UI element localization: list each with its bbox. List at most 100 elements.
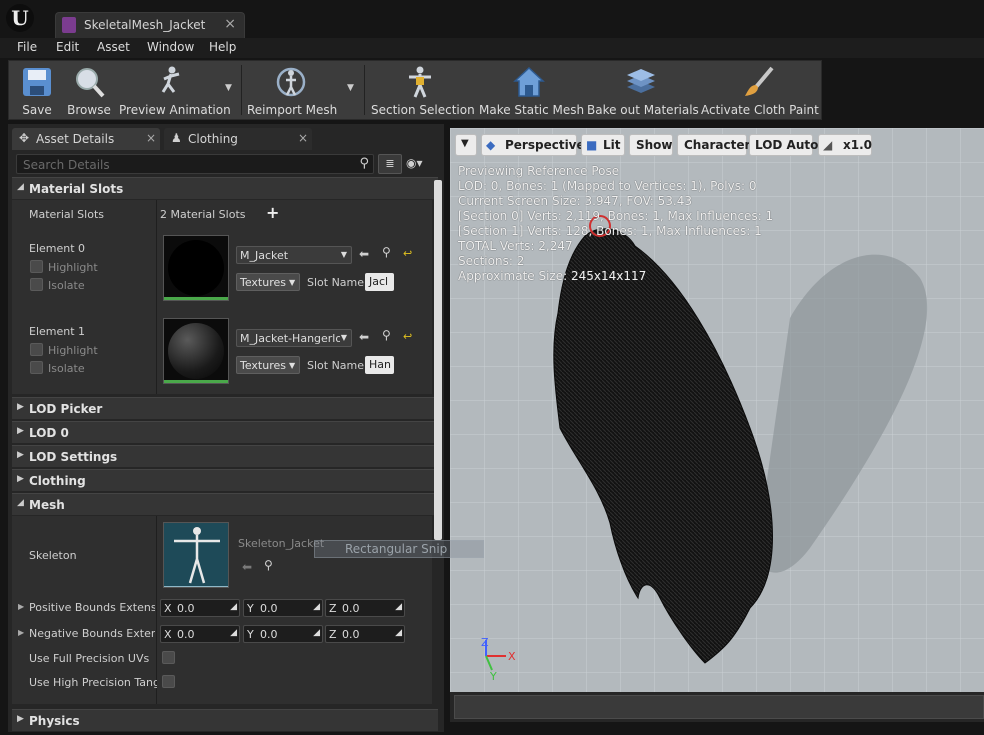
close-tab-icon[interactable]: × <box>298 131 308 145</box>
material-thumbnail[interactable] <box>163 235 229 301</box>
browse-material-icon[interactable]: ⚲ <box>382 245 391 259</box>
section-selection-button[interactable]: Section Selection <box>371 61 475 119</box>
textures-dropdown[interactable]: Textures ▼ <box>236 356 300 374</box>
reimport-mesh-dropdown-icon[interactable]: ▼ <box>347 83 354 93</box>
character-button[interactable]: Character <box>677 134 750 156</box>
use-selected-arrow-icon[interactable]: ⬅ <box>359 247 369 261</box>
lit-button[interactable]: ■ Lit <box>581 134 625 156</box>
search-details-input[interactable]: Search Details ⚲ <box>16 154 374 174</box>
element-0-isolate-checkbox[interactable] <box>30 278 43 291</box>
perspective-label: Perspective <box>505 138 585 152</box>
bound-value: 0.0 <box>260 602 278 615</box>
material-thumbnail[interactable] <box>163 318 229 384</box>
lod-auto-button[interactable]: LOD Auto <box>749 134 818 156</box>
reimport-mesh-button[interactable]: Reimport Mesh <box>247 61 338 119</box>
skeleton-thumbnail[interactable] <box>163 522 229 588</box>
collapse-arrow-icon: ◢ <box>17 182 24 192</box>
slot-name-input[interactable]: Jacl <box>365 273 394 291</box>
expand-icon: ◢ <box>230 602 237 612</box>
material-select[interactable]: M_Jacket-Hangerloo ▼ <box>236 329 352 347</box>
tab-asset-details[interactable]: ✥ Asset Details × <box>12 128 160 150</box>
details-icon: ✥ <box>19 131 30 145</box>
show-button[interactable]: Show <box>629 134 673 156</box>
viewport-options-button[interactable]: ▼ <box>455 134 477 156</box>
full-precision-uvs-label: Use Full Precision UVs <box>29 652 150 665</box>
element-1-highlight-checkbox[interactable] <box>30 343 43 356</box>
bound-value: 0.0 <box>177 628 195 641</box>
rectangular-snip-overlay[interactable]: Rectangular Snip <box>314 540 484 558</box>
playback-speed-button[interactable]: ◢ x1.0 <box>818 134 872 156</box>
bake-out-materials-button[interactable]: Bake out Materials <box>587 61 699 119</box>
lit-cube-icon: ■ <box>586 138 598 152</box>
menu-window[interactable]: Window <box>147 40 194 54</box>
section-mesh[interactable]: ◢ Mesh <box>12 493 438 515</box>
timeline-bar[interactable] <box>454 695 984 719</box>
tab-clothing[interactable]: ♟ Clothing × <box>164 128 312 150</box>
section-lod-picker[interactable]: ▶ LOD Picker <box>12 397 438 419</box>
expand-arrow-icon[interactable]: ▶ <box>18 602 24 611</box>
material-value: M_Jacket <box>240 249 289 262</box>
full-precision-uvs-checkbox[interactable] <box>162 651 175 664</box>
section-title: Clothing <box>29 474 86 488</box>
element-0-highlight-checkbox[interactable] <box>30 260 43 273</box>
make-static-mesh-button[interactable]: Make Static Mesh <box>479 61 584 119</box>
details-scrollbar[interactable] <box>434 180 442 540</box>
browse-skeleton-icon[interactable]: ⚲ <box>264 558 273 572</box>
tab-asset-details-label: Asset Details <box>36 132 115 146</box>
reset-to-default-icon[interactable]: ↩ <box>403 330 412 343</box>
section-material-slots[interactable]: ◢ Material Slots <box>12 177 438 199</box>
section-lod-0[interactable]: ▶ LOD 0 <box>12 421 438 443</box>
search-icon[interactable]: ⚲ <box>359 156 369 171</box>
activate-cloth-paint-button[interactable]: Activate Cloth Paint <box>701 61 819 119</box>
browse-material-icon[interactable]: ⚲ <box>382 328 391 342</box>
high-precision-checkbox[interactable] <box>162 675 175 688</box>
material-select[interactable]: M_Jacket ▼ <box>236 246 352 264</box>
positive-bounds-z-input[interactable]: Z 0.0 ◢ <box>325 599 405 617</box>
menu-file[interactable]: File <box>17 40 37 54</box>
lit-label: Lit <box>603 138 621 152</box>
negative-bounds-x-input[interactable]: X 0.0 ◢ <box>160 625 240 643</box>
expand-icon: ◢ <box>395 628 402 638</box>
section-physics[interactable]: ▶ Physics <box>12 709 438 731</box>
element-1-isolate-checkbox[interactable] <box>30 361 43 374</box>
section-clothing[interactable]: ▶ Clothing <box>12 469 438 491</box>
skeleton-value[interactable]: Skeleton_Jacket <box>238 537 324 550</box>
close-tab-icon[interactable]: × <box>224 16 236 32</box>
slot-name-input[interactable]: Han <box>365 356 394 374</box>
add-material-slot-icon[interactable]: + <box>266 203 279 222</box>
view-options-list-icon[interactable]: ≣ <box>378 154 402 174</box>
reset-to-default-icon[interactable]: ↩ <box>403 247 412 260</box>
bound-value: 0.0 <box>342 602 360 615</box>
info-line: [Section 0] Verts: 2,119, Bones: 1, Max … <box>458 209 774 223</box>
negative-bounds-y-input[interactable]: Y 0.0 ◢ <box>243 625 323 643</box>
preview-viewport[interactable]: X Z Y ▼ ◆ Perspective ■ Lit Show Character… <box>450 128 984 692</box>
textures-dropdown[interactable]: Textures ▼ <box>236 273 300 291</box>
close-tab-icon[interactable]: × <box>146 131 156 145</box>
bake-out-materials-label: Bake out Materials <box>587 103 699 117</box>
use-selected-arrow-icon[interactable]: ⬅ <box>242 560 252 574</box>
preview-animation-button[interactable]: Preview Animation <box>119 61 231 119</box>
menu-help[interactable]: Help <box>209 40 236 54</box>
reimport-mesh-label: Reimport Mesh <box>247 103 338 117</box>
eye-visibility-icon[interactable]: ◉▾ <box>406 156 423 170</box>
preview-animation-dropdown-icon[interactable]: ▼ <box>225 83 232 93</box>
positive-bounds-x-input[interactable]: X 0.0 ◢ <box>160 599 240 617</box>
lod-auto-label: LOD Auto <box>755 138 819 152</box>
asset-editor-tab[interactable]: SkeletalMesh_Jacket × <box>55 12 245 38</box>
menu-asset[interactable]: Asset <box>97 40 130 54</box>
use-selected-arrow-icon[interactable]: ⬅ <box>359 330 369 344</box>
section-lod-settings[interactable]: ▶ LOD Settings <box>12 445 438 467</box>
expand-icon: ◢ <box>395 602 402 612</box>
browse-button[interactable]: Browse <box>65 61 113 119</box>
expand-arrow-icon[interactable]: ▶ <box>18 628 24 637</box>
menu-edit[interactable]: Edit <box>56 40 79 54</box>
save-button[interactable]: Save <box>11 61 63 119</box>
positive-bounds-y-input[interactable]: Y 0.0 ◢ <box>243 599 323 617</box>
perspective-button[interactable]: ◆ Perspective <box>481 134 585 156</box>
axis-z-label: Z <box>481 636 489 649</box>
negative-bounds-z-input[interactable]: Z 0.0 ◢ <box>325 625 405 643</box>
save-icon <box>23 68 51 96</box>
expand-arrow-icon: ▶ <box>17 714 24 724</box>
toolbar-divider <box>364 65 365 115</box>
section-selection-icon <box>409 66 431 98</box>
